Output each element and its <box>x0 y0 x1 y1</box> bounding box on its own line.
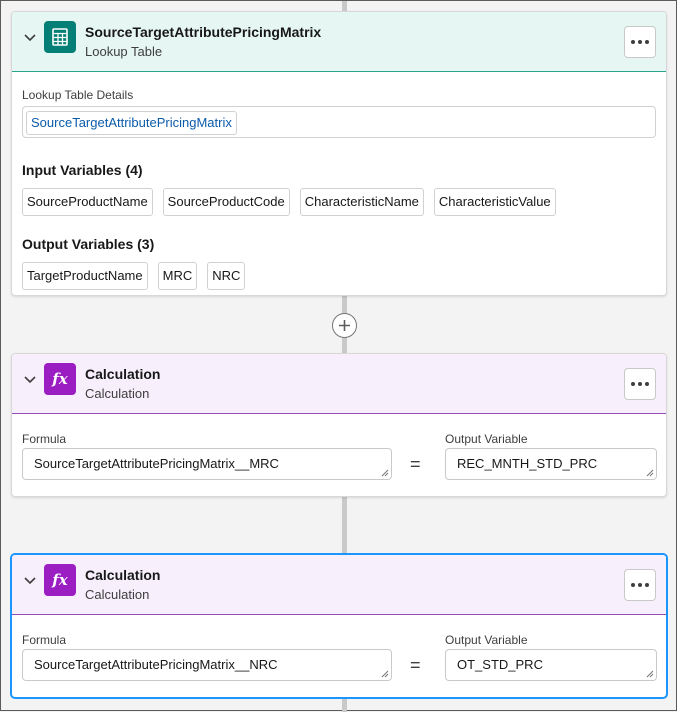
output-variable-input[interactable]: OT_STD_PRC <box>445 649 657 681</box>
flow-connector <box>342 698 347 712</box>
output-variables-title: Output Variables (3) <box>22 236 155 252</box>
formula-label: Formula <box>22 432 67 446</box>
input-variable-pill[interactable]: SourceProductName <box>22 188 153 216</box>
formula-icon: fx <box>44 564 76 596</box>
card-title: Calculation <box>85 366 161 382</box>
input-variable-pill[interactable]: CharacteristicValue <box>433 188 556 216</box>
flow-connector <box>342 497 347 555</box>
output-variable-label: Output Variable <box>445 633 528 647</box>
input-variable-pill[interactable]: SourceProductCode <box>162 188 290 216</box>
card-subtitle: Calculation <box>85 386 150 401</box>
more-actions-button[interactable] <box>624 26 656 58</box>
equals-sign: = <box>410 454 421 474</box>
lookup-details-label: Lookup Table Details <box>22 88 134 102</box>
more-actions-icon <box>631 40 635 44</box>
lookup-card-header: SourceTargetAttributePricingMatrix Looku… <box>12 12 666 72</box>
output-variable-pill[interactable]: NRC <box>207 262 246 290</box>
resize-handle-icon[interactable] <box>646 469 654 477</box>
add-step-button[interactable] <box>332 313 357 338</box>
card-subtitle: Calculation <box>85 587 150 602</box>
input-variable-pill[interactable]: CharacteristicName <box>299 188 424 216</box>
table-icon <box>44 21 76 53</box>
formula-input[interactable]: SourceTargetAttributePricingMatrix__MRC <box>22 448 392 480</box>
add-icon <box>339 320 350 331</box>
card-title: SourceTargetAttributePricingMatrix <box>85 24 322 40</box>
more-actions-button[interactable] <box>624 569 656 601</box>
card-subtitle: Lookup Table <box>85 44 163 59</box>
output-variables-list: TargetProductName MRC NRC <box>22 262 656 290</box>
more-actions-icon <box>631 382 635 386</box>
output-variable-pill[interactable]: TargetProductName <box>22 262 148 290</box>
resize-handle-icon[interactable] <box>381 469 389 477</box>
output-variable-value: REC_MNTH_STD_PRC <box>457 456 598 471</box>
resize-handle-icon[interactable] <box>381 670 389 678</box>
chevron-down-icon[interactable] <box>21 572 39 590</box>
flow-connector <box>342 1 347 11</box>
calculation-card-selected: fx Calculation Calculation Formula Sourc… <box>11 554 667 698</box>
formula-value: SourceTargetAttributePricingMatrix__NRC <box>34 657 278 672</box>
output-variable-input[interactable]: REC_MNTH_STD_PRC <box>445 448 657 480</box>
output-variable-value: OT_STD_PRC <box>457 657 543 672</box>
output-variable-label: Output Variable <box>445 432 528 446</box>
input-variables-title: Input Variables (4) <box>22 162 143 178</box>
lookup-table-link[interactable]: SourceTargetAttributePricingMatrix <box>26 111 237 135</box>
formula-icon: fx <box>44 363 76 395</box>
output-variable-pill[interactable]: MRC <box>157 262 198 290</box>
lookup-table-card: SourceTargetAttributePricingMatrix Looku… <box>11 11 667 296</box>
calculation-card-header: fx Calculation Calculation <box>12 354 666 414</box>
input-variables-list: SourceProductName SourceProductCode Char… <box>22 188 656 216</box>
resize-handle-icon[interactable] <box>646 670 654 678</box>
calculation-card-header: fx Calculation Calculation <box>12 555 666 615</box>
chevron-down-icon[interactable] <box>21 29 39 47</box>
lookup-table-field[interactable]: SourceTargetAttributePricingMatrix <box>22 106 656 138</box>
more-actions-icon <box>631 583 635 587</box>
more-actions-button[interactable] <box>624 368 656 400</box>
card-title: Calculation <box>85 567 161 583</box>
formula-value: SourceTargetAttributePricingMatrix__MRC <box>34 456 279 471</box>
equals-sign: = <box>410 655 421 675</box>
chevron-down-icon[interactable] <box>21 371 39 389</box>
formula-input[interactable]: SourceTargetAttributePricingMatrix__NRC <box>22 649 392 681</box>
calculation-card: fx Calculation Calculation Formula Sourc… <box>11 353 667 497</box>
formula-label: Formula <box>22 633 67 647</box>
